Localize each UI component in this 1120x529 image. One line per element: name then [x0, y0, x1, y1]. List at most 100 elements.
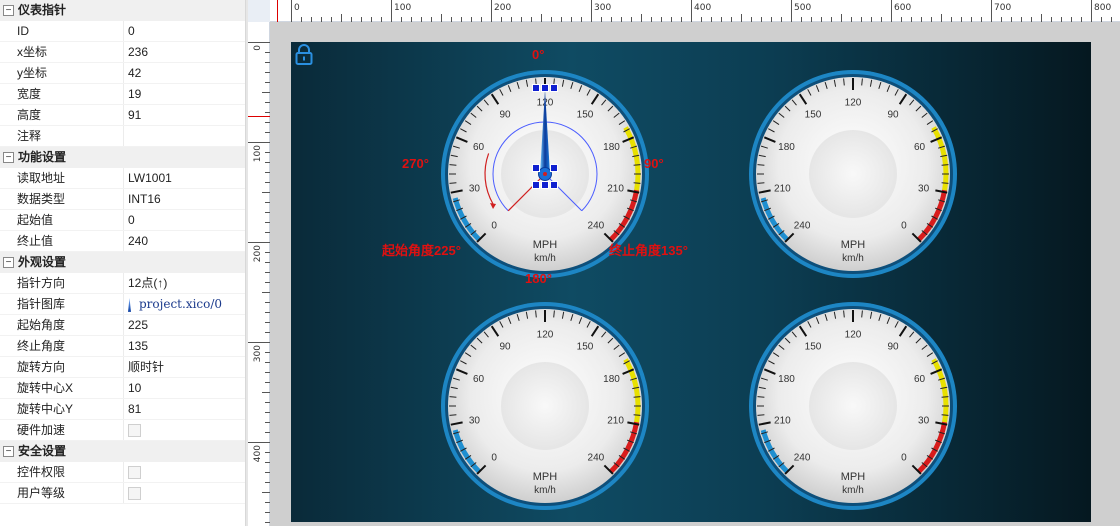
property-row[interactable]: 注释	[0, 126, 245, 147]
category-header[interactable]: − 外观设置	[0, 252, 245, 273]
property-row[interactable]: 数据类型 INT16	[0, 189, 245, 210]
property-row[interactable]: 硬件加速	[0, 420, 245, 441]
property-name: 宽度	[0, 84, 124, 104]
collapse-icon[interactable]: −	[3, 5, 14, 16]
property-row[interactable]: 起始角度 225	[0, 315, 245, 336]
property-row[interactable]: 旋转中心Y 81	[0, 399, 245, 420]
property-checkbox[interactable]	[128, 466, 141, 479]
property-value[interactable]: 10	[124, 378, 245, 398]
property-value[interactable]: INT16	[124, 189, 245, 209]
selection-handle[interactable]	[541, 84, 549, 92]
collapse-icon[interactable]: −	[3, 257, 14, 268]
property-value[interactable]: 240	[124, 231, 245, 251]
gauge-unit-kmh: km/h	[842, 253, 864, 264]
property-row[interactable]: x坐标 236	[0, 42, 245, 63]
gauge-tick-label: 90	[887, 342, 899, 353]
property-value[interactable]: 42	[124, 63, 245, 83]
property-row[interactable]: 终止角度 135	[0, 336, 245, 357]
property-row[interactable]: 起始值 0	[0, 210, 245, 231]
gauge-tick-label: 0	[491, 220, 497, 231]
category-label: 安全设置	[18, 444, 67, 458]
property-value[interactable]	[124, 420, 245, 440]
collapse-icon[interactable]: −	[3, 446, 14, 457]
property-value[interactable]: 顺时针	[124, 357, 245, 377]
property-row[interactable]: y坐标 42	[0, 63, 245, 84]
property-row[interactable]: 指针图库 project.xico/0	[0, 294, 245, 315]
property-row[interactable]: 高度 91	[0, 105, 245, 126]
property-row[interactable]: 指针方向 12点(↑)	[0, 273, 245, 294]
gauge-tick-label: 90	[887, 110, 899, 121]
property-value[interactable]: project.xico/0	[124, 294, 245, 314]
property-row[interactable]: 控件权限	[0, 462, 245, 483]
selection-handle[interactable]	[532, 164, 540, 172]
category-header[interactable]: − 仪表指针	[0, 0, 245, 21]
gauge-3-speedometer[interactable]: 0 30 60 90 120 150 180 210 240 MPH km/h	[435, 296, 655, 516]
property-value[interactable]: 0	[124, 21, 245, 41]
ruler-label: 100	[394, 3, 411, 13]
property-row[interactable]: 用户等级	[0, 483, 245, 504]
collapse-icon[interactable]: −	[3, 152, 14, 163]
gauge-unit-mph: MPH	[841, 239, 866, 251]
property-value-text: 19	[128, 87, 142, 101]
property-name: 起始角度	[0, 315, 124, 335]
gauge-unit-kmh: km/h	[534, 485, 556, 496]
selection-handle[interactable]	[550, 181, 558, 189]
property-name: 指针方向	[0, 273, 124, 293]
selection-handle[interactable]	[550, 164, 558, 172]
gauge-tick-label: 60	[914, 374, 926, 385]
property-value[interactable]: 236	[124, 42, 245, 62]
selection-handle[interactable]	[541, 181, 549, 189]
property-value[interactable]: 0	[124, 210, 245, 230]
property-value[interactable]	[124, 483, 245, 503]
property-value[interactable]: 12点(↑)	[124, 273, 245, 293]
gauge-tick-label: 0	[901, 220, 907, 231]
gauge-hub	[809, 362, 897, 450]
selection-handle[interactable]	[532, 181, 540, 189]
property-value[interactable]: 91	[124, 105, 245, 125]
property-checkbox[interactable]	[128, 487, 141, 500]
property-value-text: 135	[128, 339, 149, 353]
property-value[interactable]: 135	[124, 336, 245, 356]
gauge-4-speedometer[interactable]: 240 210 180 150 120 90 60 30 0 MPH km/h	[743, 296, 963, 516]
angle-label-right: 90°	[644, 156, 664, 171]
property-row[interactable]: 旋转中心X 10	[0, 378, 245, 399]
property-row[interactable]: 终止值 240	[0, 231, 245, 252]
gauge-tick-label: 90	[499, 110, 511, 121]
category-header[interactable]: − 安全设置	[0, 441, 245, 462]
property-name: ID	[0, 21, 124, 41]
property-value[interactable]: 81	[124, 399, 245, 419]
ruler-left: 0 100 200 300 400	[248, 0, 270, 526]
property-value[interactable]: 19	[124, 84, 245, 104]
ruler-label: 700	[994, 3, 1011, 13]
ruler-label: 400	[253, 445, 263, 462]
gauge-tick-label: 210	[607, 184, 624, 195]
property-checkbox[interactable]	[128, 424, 141, 437]
gauge-tick-label: 240	[588, 220, 605, 231]
gauge-tick-label: 180	[778, 142, 795, 153]
property-row[interactable]: 读取地址 LW1001	[0, 168, 245, 189]
property-row[interactable]: 宽度 19	[0, 84, 245, 105]
screen-canvas[interactable]: 0 30 60 90 120 150 180 210 240 MPH km/h 240 210 180 1…	[291, 42, 1091, 522]
property-value[interactable]: LW1001	[124, 168, 245, 188]
property-value-text: 0	[128, 213, 135, 227]
property-value[interactable]	[124, 462, 245, 482]
property-value-text: 顺时针	[128, 360, 165, 374]
gauge-unit-mph: MPH	[841, 471, 866, 483]
property-name: 终止值	[0, 231, 124, 251]
selection-handle[interactable]	[532, 84, 540, 92]
gauge-2-speedometer[interactable]: 240 210 180 150 120 90 60 30 0 MPH km/h	[743, 64, 963, 284]
property-row[interactable]: ID 0	[0, 21, 245, 42]
category-header[interactable]: − 功能设置	[0, 147, 245, 168]
property-name: 指针图库	[0, 294, 124, 314]
design-area[interactable]: 0 100 200 300 400 500 600 700 800 0 100 200 300 400 …	[248, 0, 1120, 526]
property-value[interactable]	[124, 126, 245, 146]
end-angle-label: 终止角度135°	[609, 243, 688, 258]
property-value[interactable]: 225	[124, 315, 245, 335]
gauge-tick-label: 30	[918, 416, 930, 427]
selection-handle[interactable]	[550, 84, 558, 92]
lock-icon[interactable]	[293, 44, 315, 66]
gauge-tick-label: 60	[914, 142, 926, 153]
property-row[interactable]: 旋转方向 顺时针	[0, 357, 245, 378]
property-value-text: 81	[128, 402, 142, 416]
ruler-corner	[248, 0, 270, 22]
